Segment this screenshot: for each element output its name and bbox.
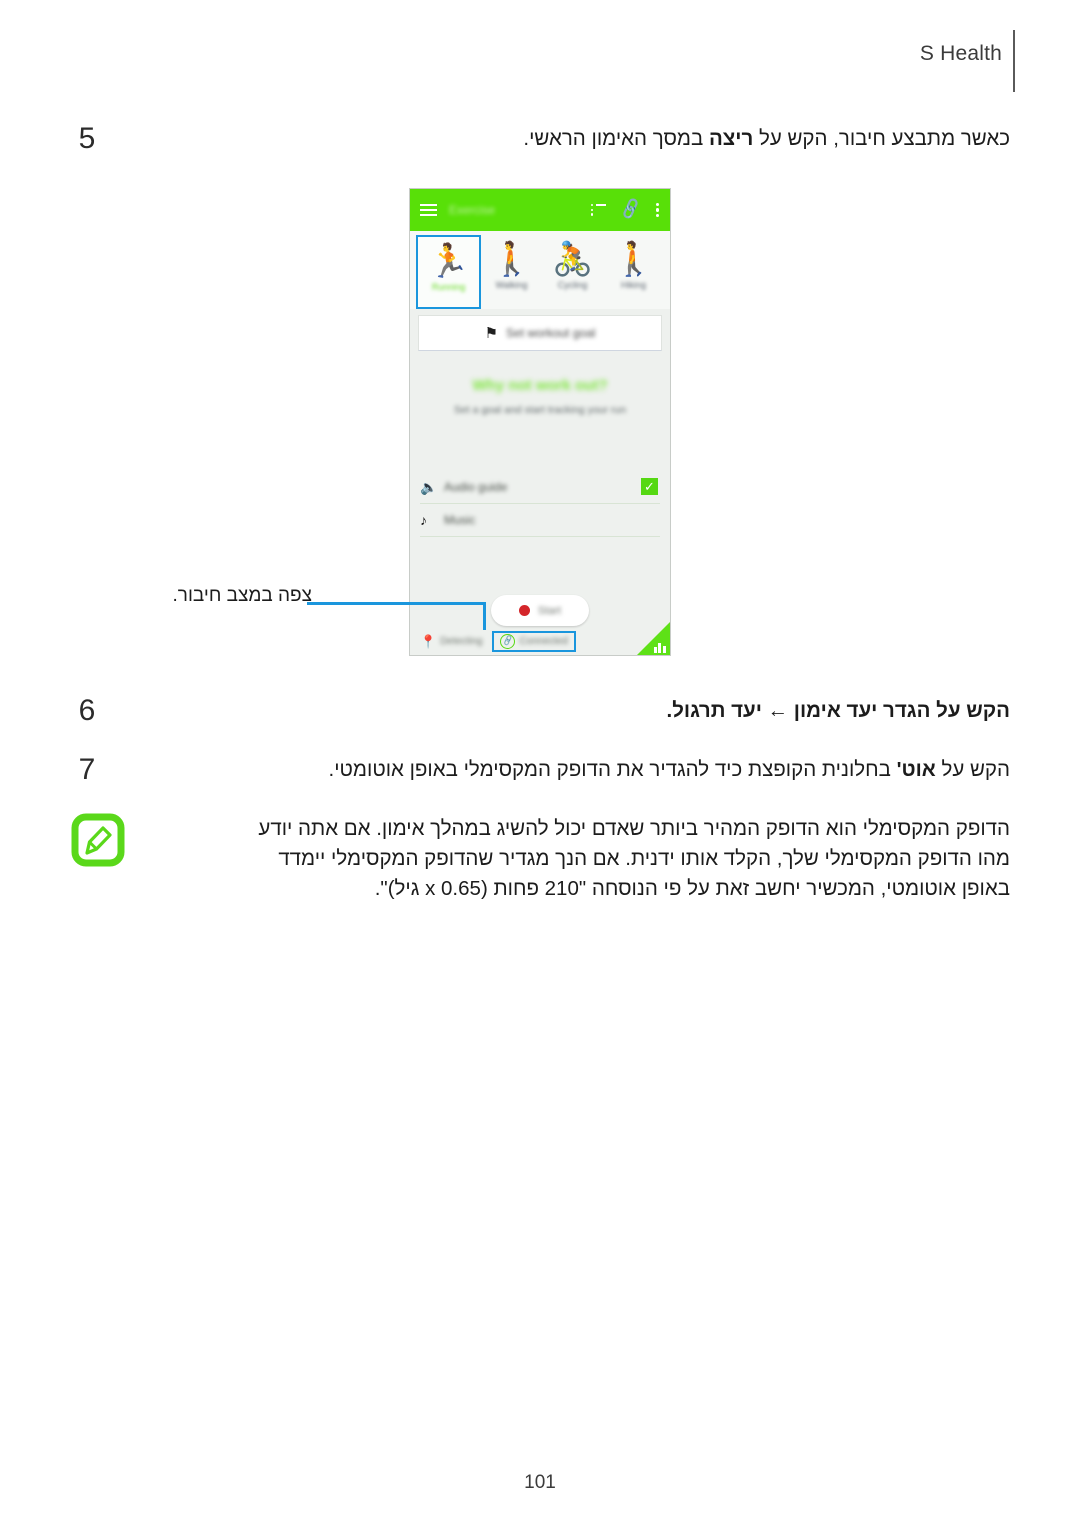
mode-label: Running <box>431 282 466 292</box>
page-title: S Health <box>919 42 1002 65</box>
step-text-bold: אוט' <box>896 758 936 781</box>
list-icon[interactable] <box>591 204 607 216</box>
audio-guide-checkbox[interactable]: ✓ <box>641 478 658 495</box>
running-icon: 🏃 <box>427 242 470 279</box>
mode-walking[interactable]: 🚶 Walking <box>481 235 542 309</box>
step-text: כאשר מתבצע חיבור, הקש על ריצה במסך האימו… <box>110 122 1010 156</box>
step-6: 6 הקש על הגדר יעד אימון ← יעד תרגול. <box>70 694 1010 728</box>
start-button-label: Start <box>537 604 562 617</box>
overflow-menu-icon[interactable] <box>656 202 660 218</box>
step-text-bold: ריצה <box>708 127 754 150</box>
location-pin-icon: 📍 <box>420 633 437 649</box>
step-number: 5 <box>78 122 96 155</box>
callout-leader-line <box>307 602 417 605</box>
speaker-icon: 🔈 <box>420 479 438 495</box>
note-pencil-icon <box>70 812 126 868</box>
step-text-after: בחלונית הקופצת כיד להגדיר את הדופק המקסי… <box>328 758 897 781</box>
hiking-icon: 🚶 <box>612 240 655 277</box>
options-list: 🔈 Audio guide ✓ ♪ Music <box>410 471 670 537</box>
music-note-icon: ♪ <box>420 512 427 528</box>
mode-label: Cycling <box>557 280 588 290</box>
link-icon[interactable]: 🔗 <box>619 198 644 221</box>
option-label: Music <box>444 513 476 527</box>
step-text: הקש על הגדר יעד אימון ← יעד תרגול. <box>110 694 1011 728</box>
cycling-icon: 🚴 <box>551 240 594 277</box>
step-text: הקש על אוט' בחלונית הקופצת כיד להגדיר את… <box>110 753 1010 787</box>
app-content: 🏃 Running 🚶 Walking 🚴 Cycling 🚶 Hiking ⚑… <box>410 231 670 655</box>
callout-leader-line-vertical <box>483 602 486 630</box>
step-number: 7 <box>78 753 96 786</box>
status-label: Connected <box>519 635 568 647</box>
status-bar: 📍 Detecting 🔗 Connected <box>410 622 670 655</box>
mode-hiking[interactable]: 🚶 Hiking <box>603 235 664 309</box>
step-7: 7 הקש על אוט' בחלונית הקופצת כיד להגדיר … <box>70 753 1010 787</box>
app-title: Exercise <box>449 203 496 217</box>
note-block: הדופק המקסימלי הוא הדופק המהיר ביותר שאד… <box>70 812 1010 904</box>
callout-label: צפה במצב חיבור. <box>172 585 312 606</box>
page-number: 101 <box>524 1472 556 1493</box>
phone-screenshot: Exercise 🔗 🏃 Running 🚶 Walking 🚴 Cycling <box>409 188 671 656</box>
exercise-mode-strip: 🏃 Running 🚶 Walking 🚴 Cycling 🚶 Hiking <box>410 231 670 309</box>
promo-title: Why not work out? <box>472 377 608 394</box>
status-label: Detecting <box>440 635 483 647</box>
header-divider <box>1013 30 1015 92</box>
note-line: מהו הדופק המקסימלי שלך, הקלד אותו ידנית.… <box>278 847 1010 870</box>
mode-cycling[interactable]: 🚴 Cycling <box>542 235 603 309</box>
step-5: 5 כאשר מתבצע חיבור, הקש על ריצה במסך האי… <box>70 122 1010 156</box>
note-line: הדופק המקסימלי הוא הדופק המהיר ביותר שאד… <box>258 817 1010 840</box>
walking-icon: 🚶 <box>490 240 533 277</box>
mode-running[interactable]: 🏃 Running <box>416 235 481 309</box>
hamburger-icon[interactable] <box>420 203 437 217</box>
step-number: 6 <box>78 694 96 727</box>
bar-chart-bars <box>653 643 666 653</box>
set-workout-goal-label: Set workout goal <box>506 326 596 340</box>
mode-label: Walking <box>495 280 528 290</box>
app-top-bar: Exercise 🔗 <box>410 189 670 231</box>
option-music[interactable]: ♪ Music <box>420 504 660 537</box>
status-connected[interactable]: 🔗 Connected <box>492 630 576 652</box>
promo-block: Why not work out? Set a goal and start t… <box>410 377 670 416</box>
mode-label: Hiking <box>620 280 646 290</box>
callout-leader-line-lower <box>415 602 485 605</box>
step-text-bold: הגדר יעד אימון ← יעד תרגול <box>672 699 931 722</box>
record-dot-icon <box>518 605 530 616</box>
start-button-area: Start <box>410 595 670 626</box>
step-text-before: הקש על <box>935 758 1010 781</box>
start-button[interactable]: Start <box>491 595 589 626</box>
step-text-after: במסך האימון הראשי. <box>523 127 709 150</box>
note-line: באופן אוטומטי, המכשיר יחשב זאת על פי הנו… <box>374 877 1010 900</box>
page-header: S Health <box>0 30 1080 92</box>
note-text: הדופק המקסימלי הוא הדופק המהיר ביותר שאד… <box>130 812 1010 904</box>
status-detecting[interactable]: 📍 Detecting <box>416 633 486 650</box>
promo-subtitle: Set a goal and start tracking your run <box>453 404 627 416</box>
set-workout-goal-button[interactable]: ⚑ Set workout goal <box>418 315 662 351</box>
flag-icon: ⚑ <box>484 324 499 342</box>
step-text-before: כאשר מתבצע חיבור, הקש על <box>753 127 1010 150</box>
step-text-before: הקש על <box>930 699 1010 722</box>
link-connected-icon: 🔗 <box>500 633 516 649</box>
option-label: Audio guide <box>444 480 508 494</box>
option-audio-guide[interactable]: 🔈 Audio guide ✓ <box>420 471 660 504</box>
